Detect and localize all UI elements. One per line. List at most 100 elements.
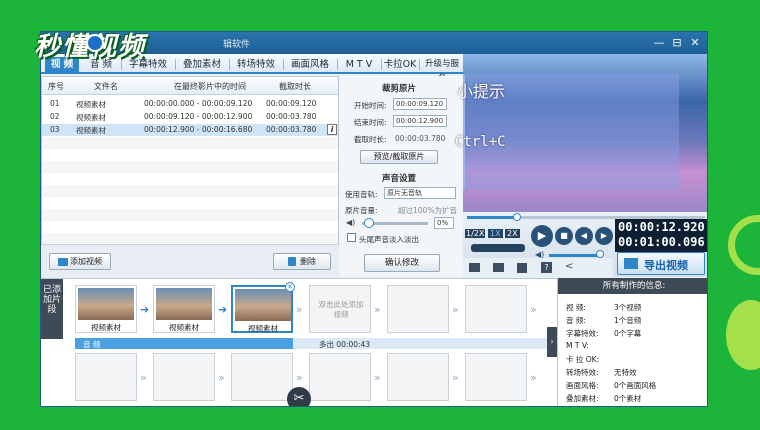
tip-title: 小提示 [457, 82, 506, 101]
play-button[interactable]: ▶ [531, 225, 553, 247]
empty-slot [231, 353, 293, 401]
scissors-icon[interactable]: ✂ [287, 387, 311, 406]
start-time-label: 开始时间: [354, 101, 387, 110]
player-volume-thumb[interactable] [596, 250, 604, 258]
tab-style[interactable]: 画面风格 [285, 57, 335, 72]
chevron-right-icon: » [296, 371, 303, 384]
table-row[interactable]: 02 视频素材 00:00:09.120 - 00:00:12.900 00:0… [42, 111, 338, 123]
start-time-field[interactable]: 00:00:09.120 [393, 98, 447, 110]
info-icon[interactable]: i [327, 124, 337, 135]
track-label: 使用音轨: [345, 190, 378, 199]
end-time-field[interactable]: 00:00:12.900 [393, 115, 447, 127]
minimize-button[interactable]: — [651, 36, 667, 50]
table-row[interactable]: 01 视频素材 00:00:00.000 - 00:00:09.120 00:0… [42, 98, 338, 110]
info-key: 叠加素材: [566, 394, 599, 403]
info-row: 卡 拉 OK: [566, 354, 599, 365]
col-duration: 截取时长 [279, 82, 311, 91]
timeline-clip-selected[interactable]: 视频素材 ✕ [231, 282, 295, 333]
share-icon[interactable]: < [565, 261, 573, 272]
tab-karaoke[interactable]: 卡拉OK [383, 57, 417, 72]
info-key: M T V: [566, 341, 589, 350]
info-row: 字幕特效: 0个字幕 [566, 328, 641, 339]
chevron-right-icon: » [530, 303, 537, 316]
empty-slot [153, 353, 215, 401]
close-button[interactable]: ✕ [687, 36, 703, 50]
tab-transitions[interactable]: 转场特效 [231, 57, 281, 72]
audio-track[interactable]: 音 频 多出 00:00:43 [75, 338, 551, 349]
row-duration: 00:00:03.780 [266, 112, 317, 121]
volume-value[interactable]: 0% [434, 217, 454, 229]
folder-icon[interactable] [493, 263, 504, 272]
info-value: 3个视频 [614, 303, 642, 312]
row-name: 视频素材 [76, 100, 106, 109]
preview-crop-button[interactable]: 预览/截取原片 [360, 150, 438, 164]
tab-upgrade[interactable]: 升级与服务 [421, 57, 463, 84]
prev-frame-button[interactable]: ◀ [575, 227, 593, 245]
duration-value: 00:00:03.780 [395, 134, 446, 143]
project-info-panel: 所有制作的信息: 视 频: 3个视频 音 频: 1个音频 字幕特效: 0个字幕 M T… [557, 278, 707, 406]
video-icon[interactable] [469, 263, 480, 272]
row-index: 02 [50, 112, 60, 121]
info-value: 无特效 [614, 368, 637, 377]
fade-checkbox[interactable] [347, 233, 356, 242]
timeline-clip[interactable]: 视频素材 [75, 285, 137, 333]
info-row: 画面风格: 0个画面风格 [566, 380, 656, 391]
speed-1x[interactable]: 1X [488, 229, 503, 238]
confirm-button[interactable]: 确认修改 [364, 254, 440, 272]
remove-clip-icon[interactable]: ✕ [285, 282, 295, 292]
track-select[interactable]: 原片无音轨 [384, 187, 456, 199]
save-icon[interactable] [517, 263, 527, 273]
timeline-clip[interactable]: 视频素材 [153, 285, 215, 333]
audio-extra: 多出 00:00:43 [319, 340, 371, 349]
collapse-arrow-icon[interactable]: › [547, 327, 557, 357]
maximize-button[interactable]: ⊟ [669, 36, 685, 50]
info-key: 音 频: [566, 316, 586, 325]
help-icon[interactable]: ? [541, 262, 552, 273]
info-key: 转场特效: [566, 368, 599, 377]
info-row: 转场特效: 无特效 [566, 367, 637, 378]
chevron-right-icon: » [218, 371, 225, 384]
player-volume-track[interactable] [549, 254, 599, 257]
duration-label: 截取时长: [354, 135, 387, 144]
delete-button[interactable]: 删除 [273, 253, 331, 270]
chevron-right-icon: » [374, 303, 381, 316]
add-video-button[interactable]: 添加视频 [49, 253, 111, 270]
add-video-label: 添加视频 [70, 257, 102, 266]
preview-progress-thumb[interactable] [513, 213, 521, 221]
video-preview: 小提示 Ctrl+C [455, 54, 707, 212]
crop-title: 裁剪原片 [382, 84, 417, 94]
row-range: 00:00:00.000 - 00:00:09.120 [144, 99, 253, 108]
decor-circle-right-lower [726, 300, 760, 370]
volume-hint: 超过100%为扩音 [398, 206, 457, 215]
add-clip-placeholder[interactable]: 双击此处添加视频 [309, 285, 371, 333]
speed-half[interactable]: 1/2X [465, 229, 486, 238]
info-title: 所有制作的信息: [558, 278, 707, 294]
volume-slider-thumb[interactable] [364, 218, 374, 228]
tab-divider [337, 59, 338, 70]
tab-divider [419, 59, 420, 70]
speed-slider[interactable] [471, 244, 525, 252]
audio-fill [75, 338, 293, 349]
stop-button[interactable]: ■ [555, 227, 573, 245]
window-title: 辑软件 [223, 40, 251, 50]
clip-thumbnail [156, 288, 212, 320]
chevron-right-icon: » [296, 303, 303, 316]
row-duration: 00:00:03.780 [266, 125, 317, 134]
chevron-right-icon: » [530, 371, 537, 384]
export-video-button[interactable]: 导出视频 [617, 252, 705, 275]
preview-progress-fill [467, 216, 517, 219]
info-value: 0个字幕 [614, 329, 642, 338]
table-row-selected[interactable]: 03 视频素材 00:00:12.900 - 00:00:16.680 00:0… [42, 124, 338, 136]
chevron-right-icon: » [452, 371, 459, 384]
empty-row [42, 161, 338, 173]
info-row: 叠加素材: 0个素材 [566, 393, 641, 404]
speaker-icon: ◀) [346, 218, 356, 227]
audio-label: 音 频 [83, 340, 101, 349]
row-index: 03 [50, 125, 60, 134]
tab-divider [175, 59, 176, 70]
next-frame-button[interactable]: ▶ [595, 227, 613, 245]
speed-2x[interactable]: 2X [505, 229, 520, 238]
tab-mtv[interactable]: M T V [339, 57, 379, 72]
time-display: 00:00:12.920 00:01:00.096 [615, 219, 707, 252]
info-row: 视 频: 3个视频 [566, 302, 641, 313]
